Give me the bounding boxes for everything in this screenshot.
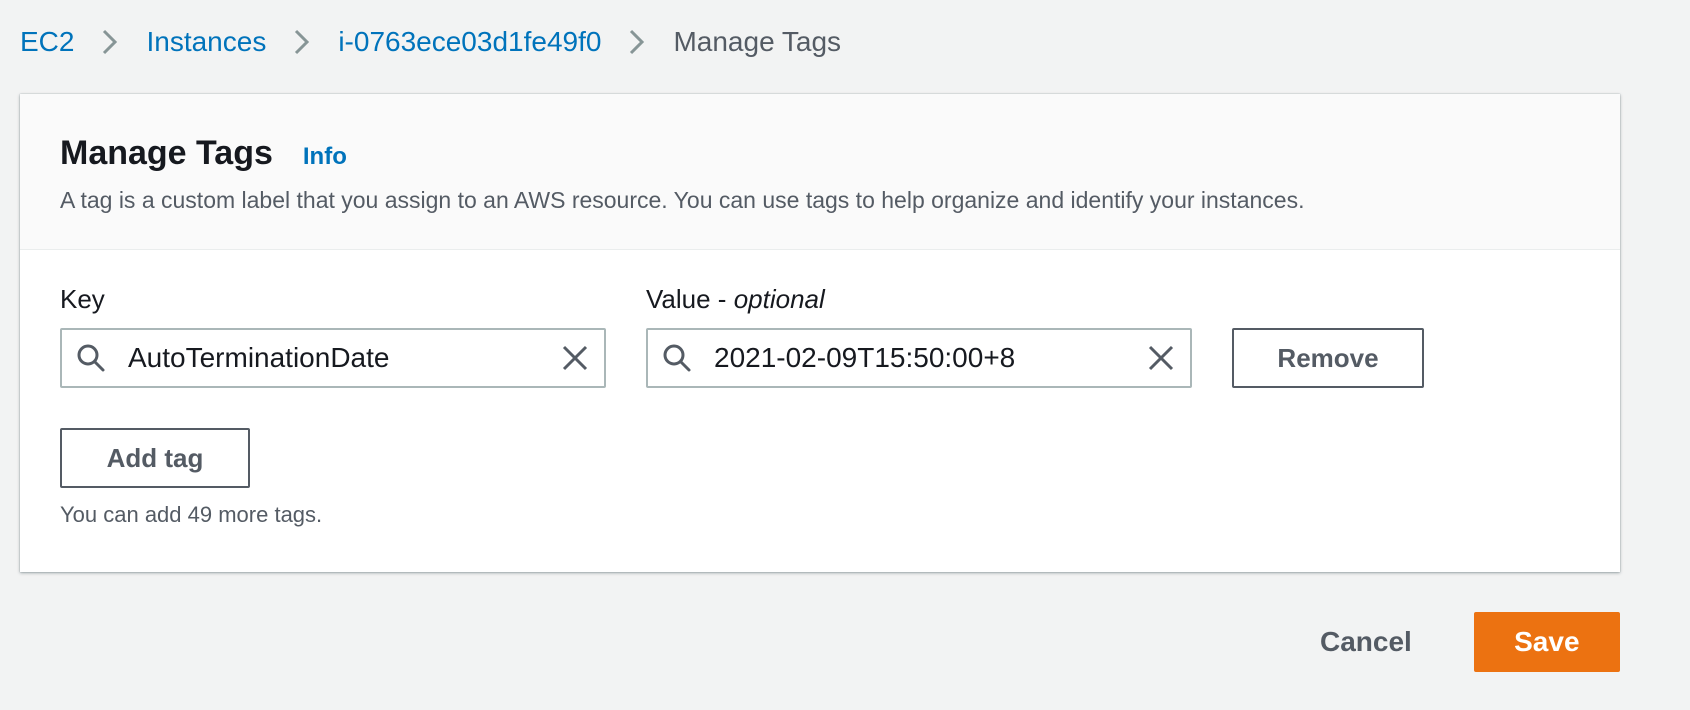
clear-value-button[interactable] xyxy=(1146,343,1176,373)
key-input[interactable] xyxy=(128,342,560,374)
save-button[interactable]: Save xyxy=(1473,612,1620,672)
breadcrumb-instances[interactable]: Instances xyxy=(146,22,266,62)
panel-body: Key Value - optional xyxy=(20,250,1620,528)
value-input-box xyxy=(646,328,1192,388)
value-input[interactable] xyxy=(714,342,1146,374)
chevron-right-icon xyxy=(601,27,673,57)
title-row: Manage Tags Info xyxy=(60,134,1580,173)
key-field: Key xyxy=(60,284,606,388)
key-input-box xyxy=(60,328,606,388)
value-field: Value - optional xyxy=(646,284,1192,388)
chevron-right-icon xyxy=(266,27,338,57)
breadcrumb-ec2[interactable]: EC2 xyxy=(20,22,74,62)
footer-actions: Cancel Save xyxy=(1300,612,1620,672)
breadcrumb: EC2 Instances i-0763ece03d1fe49f0 Manage… xyxy=(20,22,841,62)
key-label: Key xyxy=(60,284,105,314)
info-link[interactable]: Info xyxy=(303,143,347,171)
clear-key-button[interactable] xyxy=(560,343,590,373)
remove-tag-button[interactable]: Remove xyxy=(1232,328,1424,388)
panel-description: A tag is a custom label that you assign … xyxy=(60,187,1305,213)
breadcrumb-instance-id[interactable]: i-0763ece03d1fe49f0 xyxy=(338,22,601,62)
chevron-right-icon xyxy=(74,27,146,57)
breadcrumb-current: Manage Tags xyxy=(673,26,842,57)
close-icon xyxy=(562,345,588,371)
value-label-text: Value - xyxy=(646,284,734,314)
tag-row: Key Value - optional xyxy=(60,284,1580,388)
cancel-button[interactable]: Cancel xyxy=(1300,626,1432,658)
close-icon xyxy=(1148,345,1174,371)
value-label: Value - optional xyxy=(646,284,1192,316)
panel-header: Manage Tags Info A tag is a custom label… xyxy=(20,94,1620,250)
search-icon xyxy=(663,344,691,372)
tags-remaining-hint: You can add 49 more tags. xyxy=(60,502,323,527)
add-tag-button[interactable]: Add tag xyxy=(60,428,250,488)
search-icon xyxy=(77,344,105,372)
page-title: Manage Tags xyxy=(60,134,273,172)
value-label-optional: optional xyxy=(733,284,825,314)
manage-tags-panel: Manage Tags Info A tag is a custom label… xyxy=(20,94,1620,572)
